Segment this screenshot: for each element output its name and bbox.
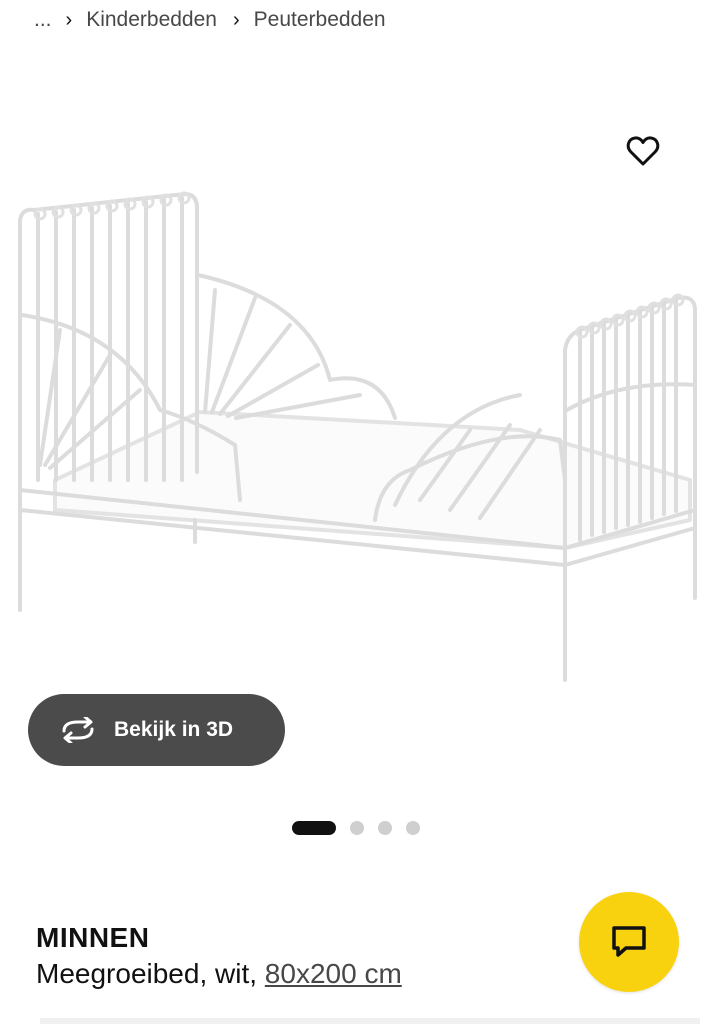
breadcrumb: ... › Kinderbedden › Peuterbedden xyxy=(34,6,402,34)
carousel-dot-3[interactable] xyxy=(378,821,392,835)
breadcrumb-ellipsis[interactable]: ... xyxy=(34,8,52,32)
breadcrumb-item-peuterbedden[interactable]: Peuterbedden xyxy=(254,8,386,32)
section-divider xyxy=(40,1018,700,1024)
rotate-3d-icon xyxy=(58,716,98,744)
view-in-3d-label: Bekijk in 3D xyxy=(114,718,234,741)
product-description: Meegroeibed, wit, 80x200 cm xyxy=(36,958,402,990)
product-description-text: Meegroeibed, wit, xyxy=(36,958,265,989)
chat-button[interactable] xyxy=(579,892,679,992)
carousel-dot-1[interactable] xyxy=(292,821,336,835)
chevron-right-icon: › xyxy=(65,8,73,31)
carousel-indicator xyxy=(292,820,434,836)
product-size-link[interactable]: 80x200 cm xyxy=(265,958,402,989)
product-image[interactable] xyxy=(0,180,714,690)
favorite-button[interactable] xyxy=(620,128,666,174)
view-in-3d-button[interactable]: Bekijk in 3D xyxy=(28,694,285,766)
chat-bubble-icon xyxy=(612,926,646,957)
carousel-dot-4[interactable] xyxy=(406,821,420,835)
product-name: MINNEN xyxy=(36,922,150,953)
carousel-dot-2[interactable] xyxy=(350,821,364,835)
chevron-right-icon: › xyxy=(232,8,240,31)
breadcrumb-item-kinderbedden[interactable]: Kinderbedden xyxy=(86,8,217,32)
bed-illustration xyxy=(18,191,697,682)
heart-outline-icon xyxy=(626,136,660,166)
